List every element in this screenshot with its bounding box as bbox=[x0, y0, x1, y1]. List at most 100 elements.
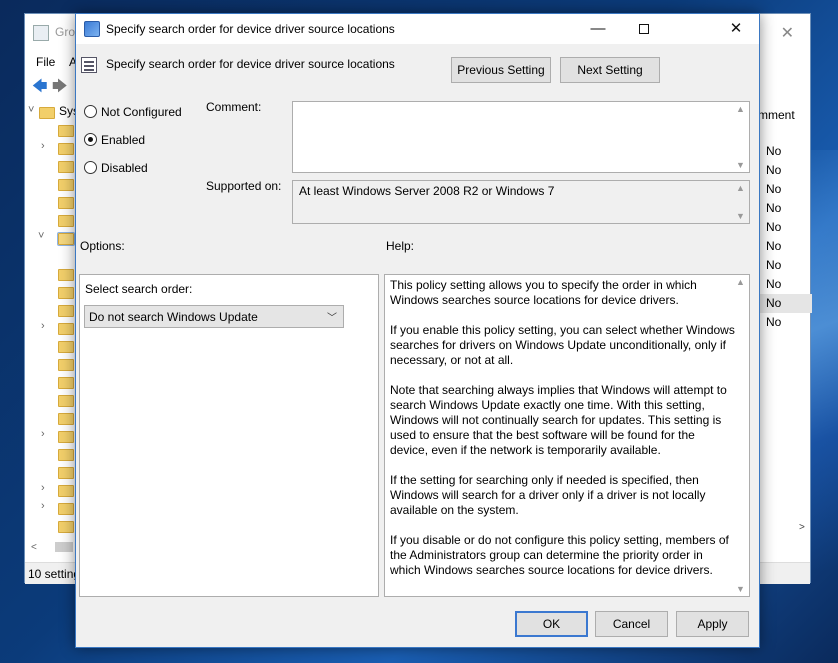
folder-icon bbox=[58, 449, 74, 461]
list-item[interactable]: No bbox=[760, 142, 812, 161]
chevron-right-icon: › bbox=[41, 482, 45, 494]
folder-icon bbox=[58, 143, 74, 155]
tree-item[interactable] bbox=[25, 464, 75, 482]
help-paragraph: This policy setting allows you to specif… bbox=[390, 278, 697, 307]
list-item[interactable]: No bbox=[760, 294, 812, 313]
bg-window-title: Gro bbox=[55, 25, 76, 39]
dialog-titlebar[interactable]: Specify search order for device driver s… bbox=[76, 14, 759, 44]
tree-item[interactable] bbox=[25, 446, 75, 464]
tree-item[interactable] bbox=[25, 410, 75, 428]
folder-icon bbox=[39, 107, 55, 119]
tree-item[interactable]: › bbox=[25, 140, 75, 158]
close-icon: ✕ bbox=[729, 20, 743, 37]
tree-item[interactable] bbox=[25, 302, 75, 320]
folder-icon bbox=[58, 521, 74, 533]
folder-icon bbox=[58, 287, 74, 299]
tree-item[interactable] bbox=[25, 158, 75, 176]
tree-item[interactable] bbox=[25, 266, 75, 284]
chevron-up-icon[interactable]: ▲ bbox=[736, 104, 745, 114]
list-item[interactable]: No bbox=[760, 275, 812, 294]
folder-icon bbox=[58, 467, 74, 479]
help-paragraph: Note that searching always implies that … bbox=[390, 383, 727, 457]
tree-item[interactable] bbox=[25, 284, 75, 302]
help-panel: This policy setting allows you to specif… bbox=[384, 274, 750, 597]
help-paragraph: If the setting for searching only if nee… bbox=[390, 473, 706, 517]
tree-item[interactable] bbox=[25, 212, 75, 230]
scroll-right-icon[interactable]: > bbox=[799, 522, 805, 533]
chevron-down-icon: ˅ bbox=[38, 230, 45, 242]
close-button[interactable]: ✕ bbox=[713, 14, 759, 44]
radio-button[interactable] bbox=[84, 105, 97, 118]
list-item[interactable]: No bbox=[760, 180, 812, 199]
chevron-down-icon: ˅ bbox=[28, 104, 35, 116]
tree-item[interactable]: › bbox=[25, 500, 75, 518]
tree-item[interactable] bbox=[25, 374, 75, 392]
bg-close-icon[interactable]: ✕ bbox=[781, 23, 794, 43]
radio-label: Not Configured bbox=[101, 105, 182, 119]
minimize-button[interactable]: — bbox=[575, 14, 621, 44]
chevron-right-icon: › bbox=[41, 320, 45, 332]
tree-item[interactable] bbox=[25, 518, 75, 536]
status-text: 10 setting bbox=[28, 567, 81, 581]
tree-item[interactable]: › bbox=[25, 482, 75, 500]
tree-item[interactable] bbox=[25, 176, 75, 194]
folder-icon bbox=[58, 269, 74, 281]
forward-arrow-icon[interactable]: 🡆 bbox=[52, 76, 68, 101]
tree-item[interactable] bbox=[25, 392, 75, 410]
maximize-button[interactable] bbox=[621, 14, 667, 44]
list-item[interactable]: No bbox=[760, 237, 812, 256]
folder-icon bbox=[58, 323, 74, 335]
radio-button[interactable] bbox=[84, 133, 97, 146]
tree-item[interactable]: › bbox=[25, 320, 75, 338]
horizontal-scrollbar-thumb[interactable] bbox=[55, 542, 73, 552]
back-arrow-icon[interactable]: 🡄 bbox=[32, 76, 48, 101]
tree-item[interactable] bbox=[25, 338, 75, 356]
comment-column-header[interactable]: mment bbox=[758, 108, 795, 122]
app-icon bbox=[33, 25, 49, 41]
chevron-down-icon[interactable]: ▼ bbox=[736, 211, 745, 221]
folder-icon bbox=[58, 359, 74, 371]
folder-icon bbox=[58, 485, 74, 497]
help-text: This policy setting allows you to specif… bbox=[390, 278, 735, 593]
setting-name: Specify search order for device driver s… bbox=[106, 57, 395, 71]
apply-button[interactable]: Apply bbox=[676, 611, 749, 637]
next-setting-button[interactable]: Next Setting bbox=[560, 57, 660, 83]
previous-setting-button[interactable]: Previous Setting bbox=[451, 57, 551, 83]
tree-item[interactable]: ˅ bbox=[25, 230, 75, 248]
search-order-dropdown[interactable]: Do not search Windows Update ﹀ bbox=[84, 305, 344, 328]
chevron-up-icon[interactable]: ▲ bbox=[736, 277, 745, 287]
select-search-order-label: Select search order: bbox=[85, 282, 193, 296]
tree-item[interactable]: › bbox=[25, 428, 75, 446]
help-scrollbar[interactable]: ▲ ▼ bbox=[733, 275, 749, 596]
radio-button[interactable] bbox=[84, 161, 97, 174]
list-item[interactable]: No bbox=[760, 313, 812, 332]
radio-label: Enabled bbox=[101, 133, 146, 147]
menu-file[interactable]: File bbox=[36, 55, 55, 69]
supported-scrollbar[interactable]: ▲ ▼ bbox=[733, 181, 749, 223]
tree-item[interactable] bbox=[25, 194, 75, 212]
maximize-icon bbox=[639, 24, 649, 35]
comment-label: Comment: bbox=[206, 100, 262, 114]
bg-tree-pane: ˅ › ˅ › › › › bbox=[25, 100, 75, 540]
scroll-left-icon[interactable]: < bbox=[31, 542, 37, 553]
cancel-button[interactable]: Cancel bbox=[595, 611, 668, 637]
folder-icon bbox=[58, 197, 74, 209]
list-item[interactable]: No bbox=[760, 218, 812, 237]
tree-item[interactable] bbox=[25, 356, 75, 374]
comment-textarea[interactable]: ▲ ▼ bbox=[292, 101, 750, 173]
comment-scrollbar[interactable]: ▲ ▼ bbox=[733, 102, 749, 172]
tree-item[interactable] bbox=[25, 122, 75, 140]
folder-icon bbox=[57, 232, 75, 246]
chevron-down-icon[interactable]: ▼ bbox=[736, 584, 745, 594]
list-item[interactable]: No bbox=[760, 256, 812, 275]
dialog-title: Specify search order for device driver s… bbox=[106, 22, 395, 36]
list-item[interactable]: No bbox=[760, 199, 812, 218]
options-panel: Select search order: Do not search Windo… bbox=[79, 274, 379, 597]
list-item[interactable]: No bbox=[760, 161, 812, 180]
dropdown-value: Do not search Windows Update bbox=[89, 310, 258, 324]
folder-icon bbox=[58, 341, 74, 353]
chevron-up-icon[interactable]: ▲ bbox=[736, 183, 745, 193]
folder-icon bbox=[58, 125, 74, 137]
ok-button[interactable]: OK bbox=[515, 611, 588, 637]
chevron-down-icon[interactable]: ▼ bbox=[736, 160, 745, 170]
